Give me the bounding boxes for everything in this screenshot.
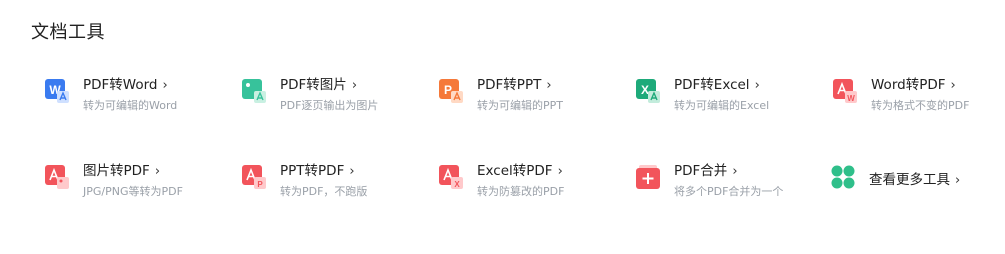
pdf-to-excel-icon: X (635, 78, 661, 104)
tool-pdf-merge[interactable]: PDF合并 › 将多个PDF合并为一个 (635, 162, 825, 202)
pdf-to-word-icon: W (44, 78, 70, 104)
tool-desc: 转为格式不变的PDF (871, 99, 970, 112)
tool-excel-to-pdf[interactable]: X Excel转PDF › 转为防篡改的PDF (438, 162, 628, 202)
chevron-right-icon: › (349, 164, 355, 179)
tool-title: PDF转Word (83, 77, 158, 93)
svg-text:X: X (454, 180, 460, 189)
tool-title: PDF转Excel (674, 77, 750, 93)
chevron-right-icon: › (955, 173, 961, 188)
tool-desc: 转为PDF，不跑版 (280, 185, 368, 198)
chevron-right-icon: › (546, 78, 552, 93)
chevron-right-icon: › (557, 164, 563, 179)
tool-title: PPT转PDF (280, 163, 345, 179)
more-tools-icon (830, 164, 856, 190)
chevron-right-icon: › (950, 78, 956, 93)
svg-text:X: X (641, 83, 649, 97)
svg-text:P: P (257, 180, 263, 189)
tool-pdf-to-word[interactable]: W PDF转Word › 转为可编辑的Word (44, 76, 234, 116)
tool-image-to-pdf[interactable]: 图片转PDF › JPG/PNG等转为PDF (44, 162, 234, 202)
tool-title: PDF合并 (674, 163, 728, 179)
tool-desc: 转为可编辑的Excel (674, 99, 770, 112)
ppt-to-pdf-icon: P (241, 164, 267, 190)
chevron-right-icon: › (732, 164, 738, 179)
tool-desc: JPG/PNG等转为PDF (83, 185, 183, 198)
tool-desc: 转为防篡改的PDF (477, 185, 565, 198)
section-title: 文档工具 (31, 22, 105, 43)
tool-desc: PDF逐页输出为图片 (280, 99, 379, 112)
tool-pdf-to-image[interactable]: PDF转图片 › PDF逐页输出为图片 (241, 76, 431, 116)
chevron-right-icon: › (351, 78, 358, 93)
chevron-right-icon: › (154, 164, 161, 179)
excel-to-pdf-icon: X (438, 164, 464, 190)
svg-text:P: P (444, 83, 452, 97)
tool-pdf-to-ppt[interactable]: P PDF转PPT › 转为可编辑的PPT (438, 76, 628, 116)
tool-title: PDF转图片 (280, 77, 347, 93)
tool-desc: 转为可编辑的PPT (477, 99, 563, 112)
word-to-pdf-icon: W (832, 78, 858, 104)
tool-word-to-pdf[interactable]: W Word转PDF › 转为格式不变的PDF (832, 76, 1005, 116)
chevron-right-icon: › (754, 78, 760, 93)
tool-pdf-to-excel[interactable]: X PDF转Excel › 转为可编辑的Excel (635, 76, 825, 116)
pdf-merge-icon (635, 164, 661, 190)
more-tools-link[interactable]: 查看更多工具 › (830, 162, 1005, 202)
pdf-to-image-icon (241, 78, 267, 104)
tool-title: 图片转PDF (83, 163, 150, 179)
more-tools-label: 查看更多工具 (869, 172, 950, 188)
tool-title: Excel转PDF (477, 163, 553, 179)
tool-ppt-to-pdf[interactable]: P PPT转PDF › 转为PDF，不跑版 (241, 162, 431, 202)
tool-desc: 将多个PDF合并为一个 (674, 185, 784, 198)
pdf-to-ppt-icon: P (438, 78, 464, 104)
svg-text:W: W (847, 94, 855, 103)
tool-desc: 转为可编辑的Word (83, 99, 178, 112)
tool-title: PDF转PPT (477, 77, 542, 93)
chevron-right-icon: › (162, 78, 168, 93)
tool-title: Word转PDF (871, 77, 946, 93)
image-to-pdf-icon (44, 164, 70, 190)
